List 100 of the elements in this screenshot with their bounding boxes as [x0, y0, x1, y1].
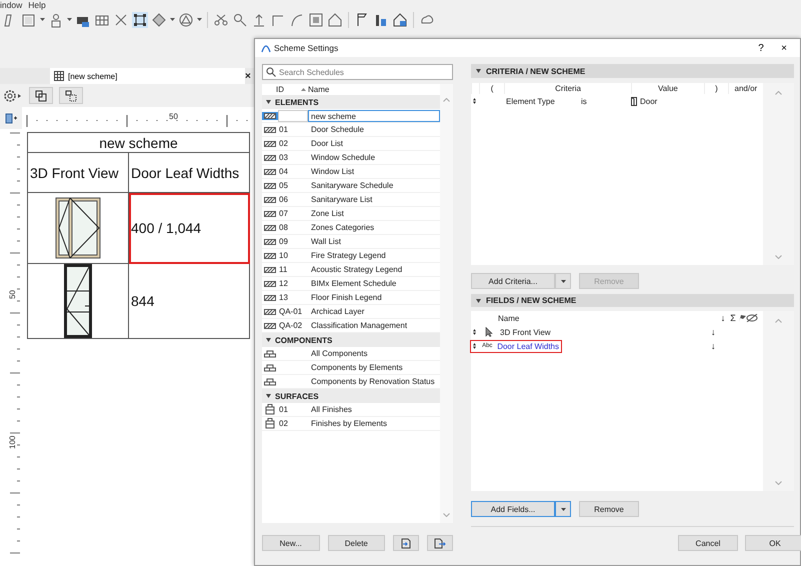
column-header[interactable]: Value — [630, 83, 704, 94]
house-icon[interactable] — [392, 12, 408, 28]
chart-icon[interactable] — [373, 12, 389, 28]
list-item[interactable]: 03 Window Schedule — [262, 151, 440, 165]
square-icon[interactable] — [21, 12, 37, 28]
close-button[interactable]: × — [774, 42, 794, 54]
list-item[interactable]: 11 Acoustic Strategy Legend — [262, 263, 440, 277]
scissors-icon[interactable] — [213, 12, 229, 28]
list-item[interactable]: 04 Window List — [262, 165, 440, 179]
pointer-icon — [485, 327, 493, 337]
document-tab[interactable]: [new scheme] — [50, 68, 245, 84]
caret-icon[interactable] — [170, 18, 175, 22]
hidden-eye-icon[interactable] — [746, 314, 758, 322]
button[interactable]: Delete — [328, 535, 386, 551]
arrow-up-icon[interactable] — [251, 12, 267, 28]
button[interactable]: Add Criteria... — [471, 273, 555, 289]
list-item[interactable]: 13 Floor Finish Legend — [262, 291, 440, 305]
bricks-icon — [264, 378, 276, 386]
help-button[interactable]: ? — [751, 42, 771, 54]
list-item[interactable]: All Components — [262, 347, 440, 361]
button[interactable]: OK — [745, 535, 801, 551]
bricks-icon — [264, 350, 276, 358]
column-header[interactable]: Σ — [728, 313, 738, 323]
list-item[interactable]: 09 Wall List — [262, 235, 440, 249]
table-cell: 844 — [128, 264, 250, 338]
button[interactable]: Add Fields... — [471, 501, 555, 517]
list-item[interactable]: 01 All Finishes — [262, 403, 440, 417]
diamond-icon[interactable] — [151, 12, 167, 28]
ruler-label: 100 — [8, 436, 17, 449]
magnifier-icon[interactable] — [232, 12, 248, 28]
ruler-settings-icon[interactable] — [4, 112, 18, 124]
caret-icon[interactable] — [476, 298, 481, 302]
cross-icon[interactable] — [113, 12, 129, 28]
table-icon — [54, 71, 64, 81]
table-cell: ↓ — [711, 341, 716, 351]
bricks-icon — [264, 364, 276, 372]
section-title: FIELDS / NEW SCHEME — [486, 296, 576, 305]
gear-icon[interactable] — [3, 88, 23, 102]
list-item[interactable]: 01 Door Schedule — [262, 123, 440, 137]
caret-icon[interactable] — [197, 18, 202, 22]
caret-icon[interactable] — [266, 100, 271, 104]
section-title: CRITERIA / NEW SCHEME — [486, 66, 586, 76]
list-item[interactable]: 06 Sanitaryware List — [262, 193, 440, 207]
caret-icon[interactable] — [476, 69, 481, 73]
section-title: COMPONENTS — [275, 336, 332, 344]
frame-icon[interactable] — [308, 12, 324, 28]
caret-icon — [560, 280, 566, 282]
close-button[interactable]: × — [245, 70, 251, 82]
list-item[interactable]: 05 Sanitaryware Schedule — [262, 179, 440, 193]
column-header[interactable]: ) — [704, 83, 728, 94]
caret-icon[interactable] — [266, 338, 271, 342]
column-header[interactable]: Name — [471, 314, 718, 322]
section-title: SURFACES — [275, 392, 319, 400]
list-item[interactable]: Components by Elements — [262, 361, 440, 375]
caret-icon[interactable] — [266, 394, 271, 398]
drag-handle-icon[interactable] — [472, 343, 476, 349]
drag-handle-icon[interactable] — [473, 329, 476, 335]
house-icon[interactable] — [327, 12, 343, 28]
column-header[interactable]: ID — [262, 85, 292, 94]
column-header: Door Leaf Widths — [128, 152, 250, 192]
list-item[interactable]: 07 Zone List — [262, 207, 440, 221]
field-name[interactable]: 3D Front View — [500, 328, 551, 336]
column-header[interactable]: ( — [478, 83, 504, 94]
menu-item[interactable]: Help — [28, 0, 46, 10]
search-icon — [266, 67, 276, 77]
export-button[interactable] — [427, 535, 453, 551]
search-field[interactable]: Search Schedules — [262, 64, 453, 80]
nodes-icon[interactable] — [132, 12, 148, 28]
layout-button[interactable] — [29, 87, 53, 104]
button[interactable]: Cancel — [678, 535, 738, 551]
menu-item[interactable]: indow — [0, 0, 22, 10]
table-cell: Door — [640, 96, 658, 106]
curve-icon[interactable] — [289, 12, 305, 28]
column-header[interactable]: Name — [308, 85, 330, 94]
list-item[interactable]: 02 Finishes by Elements — [262, 417, 440, 431]
list-item[interactable]: QA-01 Archicad Layer — [262, 305, 440, 319]
table-cell-text: Element Type — [505, 96, 556, 106]
import-button[interactable] — [393, 535, 420, 551]
column-header[interactable]: ↓ — [718, 313, 728, 323]
flag-icon[interactable] — [738, 314, 746, 322]
export-icon — [434, 538, 446, 548]
caret-icon[interactable] — [67, 18, 72, 22]
field-name[interactable]: Door Leaf Widths — [497, 342, 559, 350]
column-header[interactable]: Criteria — [504, 83, 631, 94]
drag-handle-icon[interactable] — [473, 98, 476, 104]
button[interactable]: New... — [262, 535, 320, 551]
dropdown-button[interactable] — [555, 273, 571, 289]
button[interactable]: Remove — [579, 501, 639, 517]
window-drawing — [55, 197, 101, 259]
list-item[interactable]: 02 Door List — [262, 137, 440, 151]
ruler-label: 50 — [169, 112, 178, 121]
caret-icon[interactable] — [40, 18, 45, 22]
components-button[interactable] — [59, 87, 83, 104]
table-cell-text: is — [581, 96, 588, 106]
list-item[interactable]: 10 Fire Strategy Legend — [262, 249, 440, 263]
list-item[interactable]: 12 BIMx Element Schedule — [262, 277, 440, 291]
caret-icon — [560, 508, 566, 510]
dropdown-button[interactable] — [555, 501, 571, 517]
triangle-circle-icon[interactable] — [178, 12, 194, 28]
list-item[interactable]: 08 Zones Categories — [262, 221, 440, 235]
